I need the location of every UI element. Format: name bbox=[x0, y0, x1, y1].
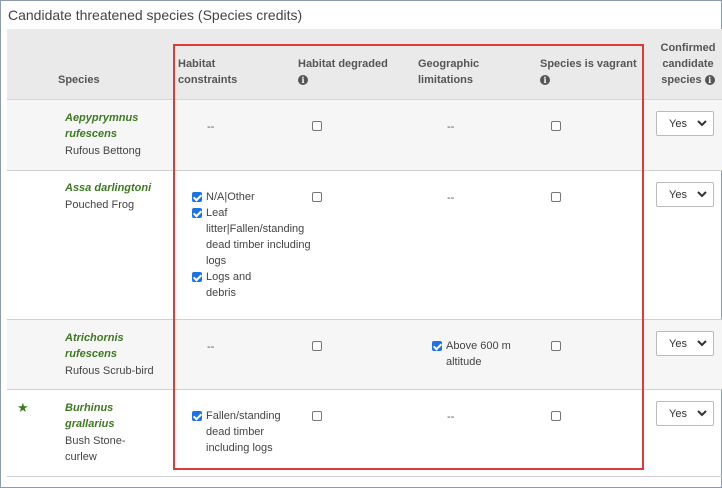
species-scientific-name: Burhinus grallarius bbox=[65, 402, 115, 430]
star-icon: ★ bbox=[17, 400, 29, 415]
checkbox[interactable] bbox=[432, 341, 442, 351]
species-common-name: Bush Stone-curlew bbox=[65, 435, 126, 463]
header-geographic-limitations: Geographic limitations bbox=[418, 58, 480, 86]
checkbox[interactable] bbox=[192, 411, 202, 421]
confirmed-select[interactable]: Yes bbox=[656, 111, 714, 136]
table-row: Aepyprymnus rufescens Rufous Bettong -- -… bbox=[7, 100, 722, 171]
header-confirmed: Confirmed candidate species i bbox=[660, 42, 716, 86]
chevron-down-icon bbox=[697, 191, 707, 198]
geographic-limitations-empty: -- bbox=[447, 411, 455, 423]
habitat-degraded-checkbox[interactable] bbox=[312, 192, 322, 202]
species-common-name: Rufous Bettong bbox=[65, 145, 141, 157]
species-panel: Candidate threatened species (Species cr… bbox=[0, 0, 722, 488]
chevron-down-icon bbox=[697, 410, 707, 417]
species-vagrant-checkbox[interactable] bbox=[551, 341, 561, 351]
section-title: Candidate threatened species (Species cr… bbox=[8, 7, 303, 23]
info-icon[interactable]: i bbox=[298, 75, 308, 86]
habitat-constraints-empty: -- bbox=[207, 341, 215, 353]
habitat-degraded-checkbox[interactable] bbox=[312, 121, 322, 131]
species-scientific-name: Assa darlingtoni bbox=[65, 182, 152, 194]
header-species-vagrant: Species is vagrant i bbox=[540, 58, 637, 86]
info-icon[interactable]: i bbox=[540, 75, 550, 86]
checkbox[interactable] bbox=[192, 208, 202, 218]
header-species: Species bbox=[58, 74, 100, 86]
species-scientific-name: Atrichornis rufescens bbox=[65, 332, 124, 360]
header-habitat-degraded: Habitat degraded i bbox=[298, 58, 388, 86]
species-vagrant-checkbox[interactable] bbox=[551, 411, 561, 421]
table-row: ★ Burhinus grallarius Bush Stone-curlew F… bbox=[7, 390, 722, 477]
habitat-constraints-empty: -- bbox=[207, 121, 215, 133]
checkbox[interactable] bbox=[192, 192, 202, 202]
species-scientific-name: Aepyprymnus rufescens bbox=[65, 112, 139, 140]
species-common-name: Pouched Frog bbox=[65, 199, 135, 211]
info-icon[interactable]: i bbox=[704, 75, 715, 86]
species-common-name: Rufous Scrub-bird bbox=[65, 365, 154, 377]
geographic-limitations-empty: -- bbox=[447, 121, 455, 133]
habitat-degraded-checkbox[interactable] bbox=[312, 411, 322, 421]
confirmed-select[interactable]: Yes bbox=[656, 401, 714, 426]
table-header: Species Habitat constraints Habitat degr… bbox=[7, 29, 722, 100]
species-vagrant-checkbox[interactable] bbox=[551, 192, 561, 202]
confirmed-select[interactable]: Yes bbox=[656, 182, 714, 207]
table-row: Atrichornis rufescens Rufous Scrub-bird -… bbox=[7, 320, 722, 390]
geographic-limitations-empty: -- bbox=[447, 192, 455, 204]
table-row: Assa darlingtoni Pouched Frog N/A|Other … bbox=[7, 171, 722, 320]
chevron-down-icon bbox=[697, 340, 707, 347]
checkbox[interactable] bbox=[192, 272, 202, 282]
confirmed-select[interactable]: Yes bbox=[656, 331, 714, 356]
header-habitat-constraints: Habitat constraints bbox=[178, 58, 238, 86]
habitat-degraded-checkbox[interactable] bbox=[312, 341, 322, 351]
chevron-down-icon bbox=[697, 120, 707, 127]
species-vagrant-checkbox[interactable] bbox=[551, 121, 561, 131]
